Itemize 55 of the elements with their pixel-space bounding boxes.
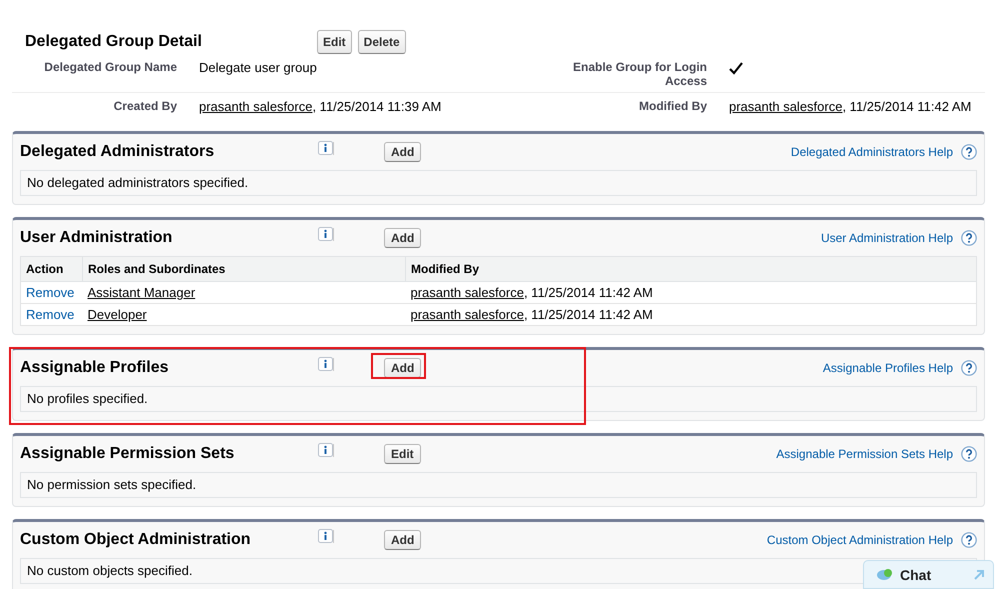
timestamp: , 11/25/2014 11:39 AM <box>312 99 442 114</box>
role-link[interactable]: Assistant Manager <box>88 285 196 300</box>
help-icon[interactable] <box>961 446 977 462</box>
add-button[interactable]: Add <box>384 530 422 550</box>
timestamp: , 11/25/2014 11:42 AM <box>524 285 653 300</box>
help-link[interactable]: Assignable Profiles Help <box>822 361 953 375</box>
add-button[interactable]: Add <box>384 358 422 378</box>
info-icon[interactable] <box>318 227 334 242</box>
help-link[interactable]: Delegated Administrators Help <box>790 145 953 159</box>
add-button[interactable]: Add <box>384 228 422 248</box>
user-link[interactable]: prasanth salesforce <box>199 99 312 114</box>
section-title: Assignable Profiles <box>20 359 170 377</box>
timestamp: , 11/25/2014 11:42 AM <box>842 99 972 114</box>
help-icon[interactable] <box>961 532 977 548</box>
chat-widget[interactable]: Chat <box>863 560 994 589</box>
user-link[interactable]: prasanth salesforce <box>729 99 842 114</box>
help-icon[interactable] <box>961 360 977 376</box>
user-link[interactable]: prasanth salesforce <box>410 307 524 322</box>
empty-message: No custom objects specified. <box>27 563 192 578</box>
detail-title: Delegated Group Detail <box>25 33 203 51</box>
info-icon[interactable] <box>318 357 334 372</box>
empty-message: No profiles specified. <box>27 391 148 406</box>
empty-message: No delegated administrators specified. <box>27 175 248 190</box>
field-label: Modified By <box>638 99 707 115</box>
help-icon[interactable] <box>961 230 977 246</box>
column-header: Action <box>20 256 82 282</box>
info-icon[interactable] <box>318 141 334 156</box>
add-button[interactable]: Edit <box>384 444 421 464</box>
chat-bubble-icon <box>876 568 894 582</box>
section-title: User Administration <box>20 229 174 247</box>
help-link[interactable]: Custom Object Administration Help <box>766 533 953 547</box>
info-icon[interactable] <box>318 443 334 458</box>
user-link[interactable]: prasanth salesforce <box>410 285 524 300</box>
section-title: Assignable Permission Sets <box>20 445 236 463</box>
field-label: Delegated Group Name <box>43 60 177 76</box>
help-icon[interactable] <box>961 144 977 160</box>
action-button[interactable]: Delete <box>358 30 406 54</box>
remove-link[interactable]: Remove <box>26 285 74 300</box>
add-button[interactable]: Add <box>384 142 422 162</box>
remove-link[interactable]: Remove <box>26 307 74 322</box>
field-label: Created By <box>112 99 177 115</box>
info-icon[interactable] <box>318 529 334 544</box>
chat-label: Chat <box>900 566 932 582</box>
help-link[interactable]: Assignable Permission Sets Help <box>776 447 953 461</box>
field-value: Delegate user group <box>199 60 317 75</box>
column-header: Roles and Subordinates <box>82 256 406 282</box>
section-title: Delegated Administrators <box>20 143 216 161</box>
role-link[interactable]: Developer <box>88 307 147 322</box>
timestamp: , 11/25/2014 11:42 AM <box>524 307 653 322</box>
column-header: Modified By <box>406 256 976 282</box>
section-title: Custom Object Administration <box>20 531 252 549</box>
action-button[interactable]: Edit <box>317 30 352 54</box>
help-link[interactable]: User Administration Help <box>820 231 953 245</box>
empty-message: No permission sets specified. <box>27 477 196 492</box>
field-label: Enable Group for Login Access <box>572 60 707 88</box>
